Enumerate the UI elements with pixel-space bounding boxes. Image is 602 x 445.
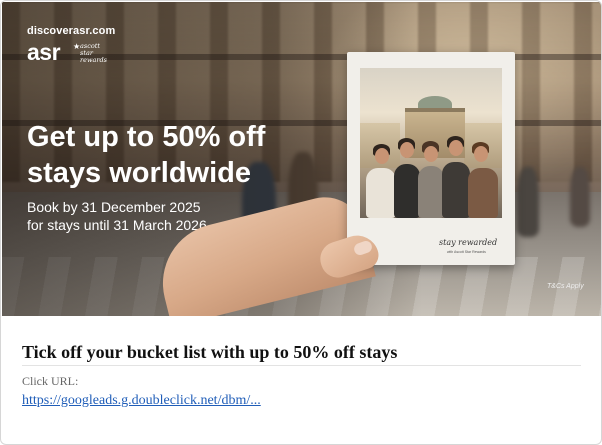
brand-domain: discoverasr.com xyxy=(27,25,116,37)
polaroid-photo: stay rewarded with Ascott Star Rewards xyxy=(347,52,515,265)
click-url-label: Click URL: xyxy=(22,374,79,388)
friend-figure xyxy=(394,164,420,218)
group-selfie-photo xyxy=(360,68,502,218)
divider xyxy=(22,365,581,366)
face xyxy=(424,146,438,162)
friend-figure xyxy=(366,168,396,218)
face xyxy=(400,142,414,158)
brand-tagline: ascott star rewards xyxy=(80,43,107,64)
friend-figure xyxy=(418,166,444,218)
terms-note: T&Cs Apply xyxy=(547,283,584,290)
friend-figure xyxy=(442,162,470,218)
ad-preview-card: discoverasr.com asr ★ ascott star reward… xyxy=(0,0,602,445)
promo-headline: Get up to 50% off stays worldwide xyxy=(27,121,266,189)
polaroid-subcaption: with Ascott Star Rewards xyxy=(447,250,486,254)
face xyxy=(474,146,488,162)
face xyxy=(449,140,463,156)
click-url-link[interactable]: https://googleads.g.doubleclick.net/dbm/… xyxy=(22,393,261,409)
polaroid-caption: stay rewarded xyxy=(439,238,498,247)
brand-logo: asr xyxy=(27,39,61,65)
ad-banner-image[interactable]: discoverasr.com asr ★ ascott star reward… xyxy=(2,2,601,316)
friend-figure xyxy=(468,168,498,218)
ad-title: Tick off your bucket list with up to 50%… xyxy=(22,342,398,362)
brand-tagline-line: rewards xyxy=(80,56,107,64)
face xyxy=(375,148,389,164)
